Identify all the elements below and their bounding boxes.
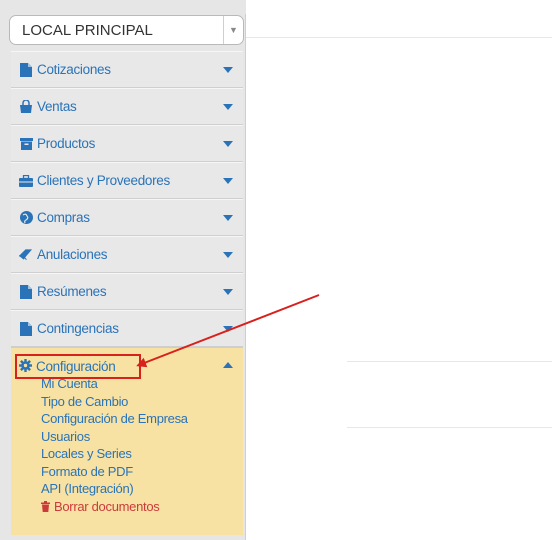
- sidebar: LOCAL PRINCIPAL ▼ Cotizaciones Ventas Pr…: [0, 0, 246, 540]
- content-divider: [347, 427, 552, 428]
- caret-down-icon: [223, 141, 233, 147]
- sidebar-item-resumenes[interactable]: Resúmenes: [11, 273, 243, 310]
- caret-down-icon: [223, 67, 233, 73]
- content-divider: [246, 37, 552, 38]
- sidebar-item-clientes-proveedores[interactable]: Clientes y Proveedores: [11, 162, 243, 199]
- sidebar-item-label: Cotizaciones: [37, 62, 111, 77]
- caret-down-icon: [223, 289, 233, 295]
- configuracion-section: Configuración Mi Cuenta Tipo de Cambio C…: [11, 347, 243, 535]
- sidebar-item-label: Contingencias: [37, 321, 119, 336]
- sidebar-item-label: Ventas: [37, 99, 77, 114]
- submenu-item-borrar-documentos[interactable]: Borrar documentos: [41, 498, 188, 516]
- branch-select[interactable]: LOCAL PRINCIPAL ▼: [9, 15, 244, 45]
- submenu-item-formato-pdf[interactable]: Formato de PDF: [41, 463, 188, 481]
- sidebar-item-label: Configuración: [36, 358, 116, 374]
- shopping-bag-icon: [19, 100, 33, 114]
- sidebar-top-strip: [0, 0, 246, 14]
- content-divider: [347, 361, 552, 362]
- caret-down-icon: [223, 104, 233, 110]
- sidebar-menu: Cotizaciones Ventas Productos Clientes y…: [11, 51, 243, 347]
- submenu-item-api[interactable]: API (Integración): [41, 480, 188, 498]
- submenu-item-usuarios[interactable]: Usuarios: [41, 428, 188, 446]
- file-icon: [19, 62, 33, 77]
- sidebar-item-cotizaciones[interactable]: Cotizaciones: [11, 51, 243, 88]
- submenu-item-tipo-de-cambio[interactable]: Tipo de Cambio: [41, 393, 188, 411]
- caret-down-icon: [223, 326, 233, 332]
- eraser-icon: [19, 248, 33, 262]
- sidebar-item-label: Compras: [37, 210, 90, 225]
- file-icon: [19, 284, 33, 299]
- caret-up-icon: [223, 362, 233, 368]
- submenu-item-configuracion-empresa[interactable]: Configuración de Empresa: [41, 410, 188, 428]
- trash-icon: [41, 499, 51, 512]
- chevron-down-icon[interactable]: ▼: [223, 16, 243, 44]
- submenu-item-label: Borrar documentos: [54, 498, 160, 514]
- branch-select-value: LOCAL PRINCIPAL: [22, 21, 153, 39]
- sidebar-item-ventas[interactable]: Ventas: [11, 88, 243, 125]
- sidebar-item-label: Clientes y Proveedores: [37, 173, 170, 188]
- box-icon: [19, 137, 33, 151]
- sidebar-item-label: Resúmenes: [37, 284, 107, 299]
- caret-down-icon: [223, 178, 233, 184]
- sidebar-item-label: Productos: [37, 136, 96, 151]
- sidebar-item-label: Anulaciones: [37, 247, 108, 262]
- caret-down-icon: [223, 252, 233, 258]
- sidebar-item-compras[interactable]: Compras: [11, 199, 243, 236]
- gear-icon: [19, 359, 33, 373]
- sidebar-item-anulaciones[interactable]: Anulaciones: [11, 236, 243, 273]
- sidebar-item-productos[interactable]: Productos: [11, 125, 243, 162]
- globe-icon: [19, 211, 33, 225]
- caret-down-icon: [223, 215, 233, 221]
- briefcase-icon: [19, 174, 33, 188]
- configuracion-submenu: Mi Cuenta Tipo de Cambio Configuración d…: [41, 375, 188, 515]
- sidebar-item-contingencias[interactable]: Contingencias: [11, 310, 243, 347]
- submenu-item-mi-cuenta[interactable]: Mi Cuenta: [41, 375, 188, 393]
- submenu-item-locales-series[interactable]: Locales y Series: [41, 445, 188, 463]
- file-icon: [19, 321, 33, 336]
